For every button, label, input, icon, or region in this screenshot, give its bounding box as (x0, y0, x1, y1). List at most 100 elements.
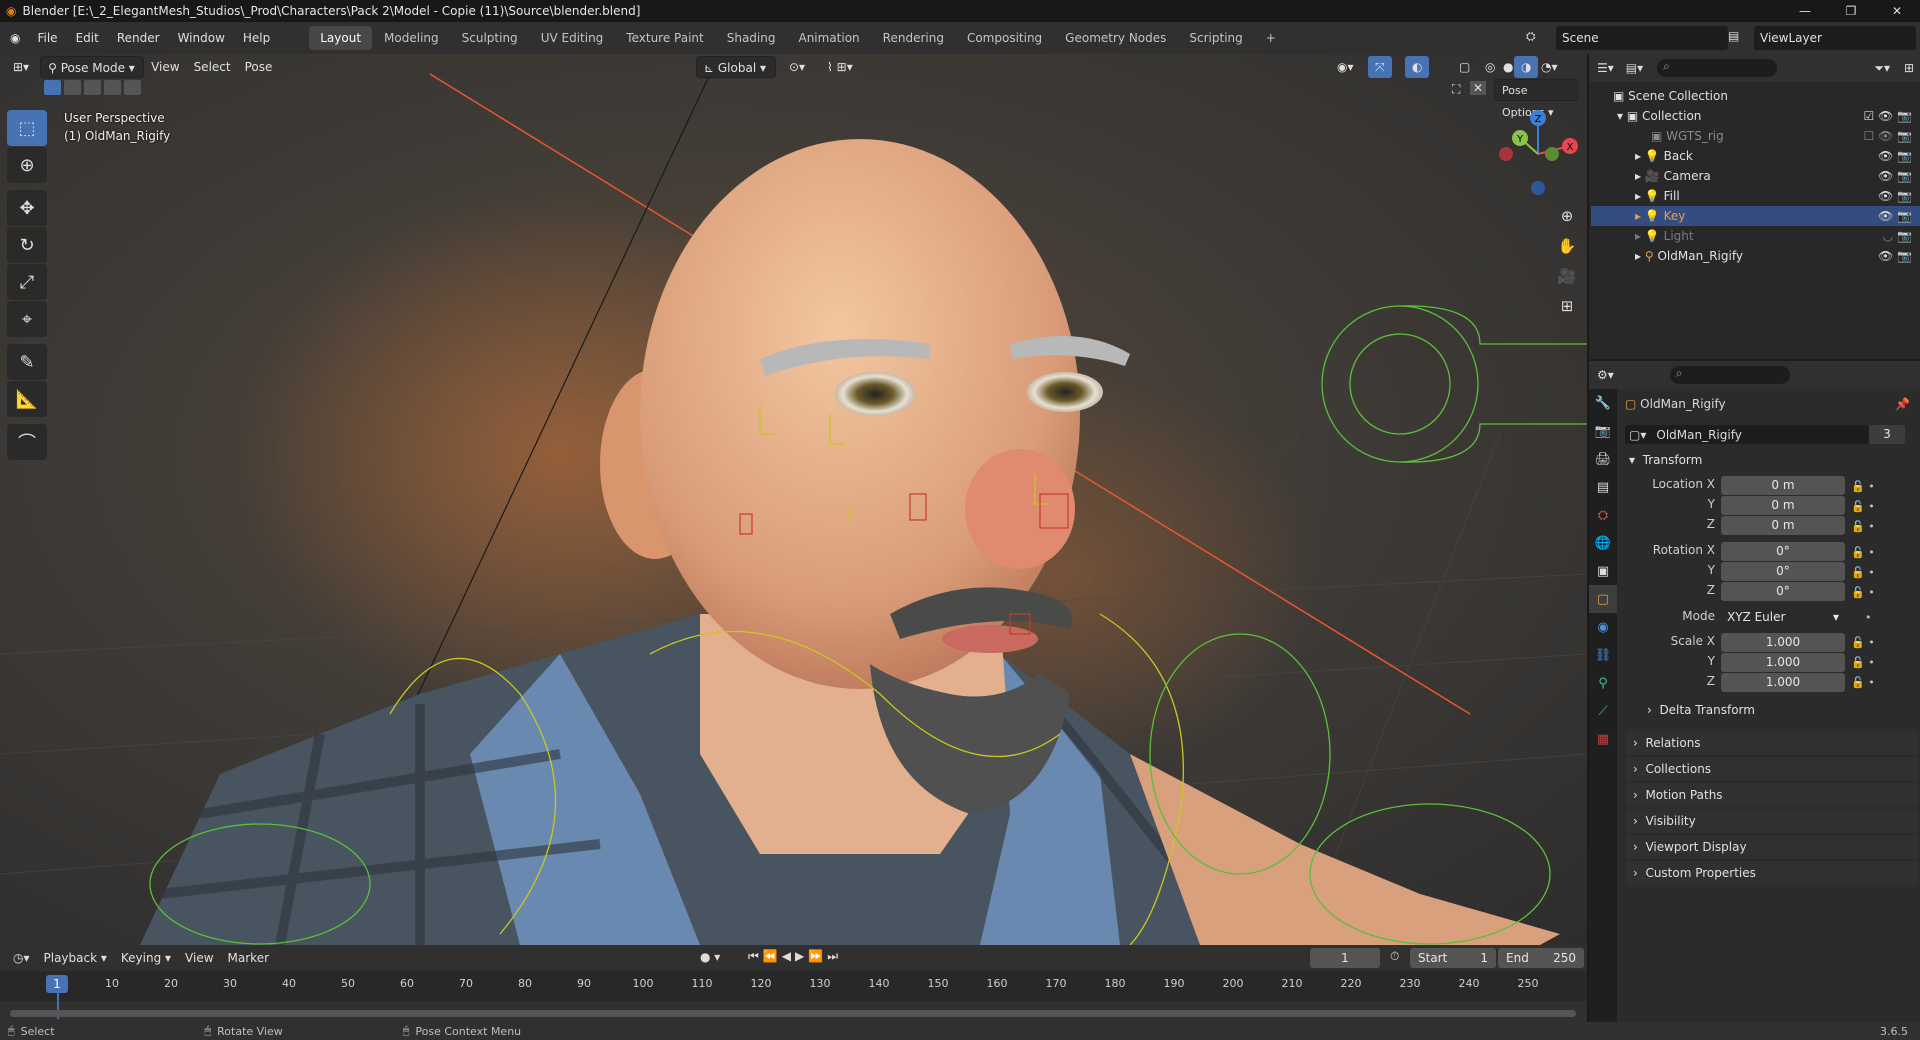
preview-range-icon[interactable]: ⏱ (1390, 949, 1399, 964)
expand-arrow-icon[interactable]: ▸ (1635, 249, 1641, 263)
zoom-icon[interactable]: ⊕ (1553, 202, 1581, 230)
outliner-item-fill[interactable]: ▸ 💡 Fill 👁 📷 (1591, 186, 1920, 206)
lock-icon[interactable]: 🔓 • (1851, 653, 1875, 673)
tab-layout[interactable]: Layout (309, 26, 373, 50)
next-key-icon[interactable]: ⏩ (808, 949, 827, 963)
outliner-item-back[interactable]: ▸ 💡 Back 👁 📷 (1591, 146, 1920, 166)
outliner-item-wgts[interactable]: ▣ WGTS_rig ☐ 👁 📷 (1591, 126, 1920, 146)
outliner-item-oldman-rigify[interactable]: ▸ ⚲ OldMan_Rigify 👁 📷 (1591, 246, 1920, 266)
lock-icon[interactable]: 🔓 • (1851, 497, 1875, 517)
end-frame-field[interactable]: End 250 (1498, 948, 1584, 968)
motion-paths-panel[interactable]: › Motion Paths (1625, 783, 1919, 807)
location-y-field[interactable]: 0 m (1721, 496, 1845, 515)
rotation-mode-select[interactable]: XYZ Euler ▾ (1721, 608, 1845, 627)
3d-viewport[interactable]: ⊞▾ ⚲ Pose Mode ▾ View Select Pose ⊾ Glob… (0, 54, 1587, 945)
perspective-toggle-icon[interactable]: ⊞ (1553, 292, 1581, 320)
rotation-y-field[interactable]: 0° (1721, 562, 1845, 581)
menu-marker[interactable]: Marker (221, 947, 276, 969)
menu-pose[interactable]: Pose (238, 56, 280, 78)
menu-file[interactable]: File (28, 31, 66, 45)
menu-select[interactable]: Select (187, 56, 238, 78)
properties-search-input[interactable]: ⌕ (1669, 366, 1790, 384)
lock-icon[interactable]: 🔓 • (1851, 633, 1875, 653)
select-extend-icon[interactable] (64, 80, 81, 95)
select-invert-icon[interactable] (104, 80, 121, 95)
navigation-gizmo[interactable]: Z X Y (1490, 106, 1586, 202)
menu-playback[interactable]: Playback ▾ (37, 947, 114, 969)
select-subtract-icon[interactable] (84, 80, 101, 95)
datablock-selector[interactable]: ▢▾ OldMan_Rigify (1625, 425, 1869, 444)
visibility-eye-icon[interactable]: 👁 📷 (1878, 149, 1912, 163)
relations-panel[interactable]: › Relations (1625, 731, 1919, 755)
visibility-eye-icon[interactable]: 👁 📷 (1878, 169, 1912, 183)
texture-tab-icon[interactable]: ▦ (1589, 725, 1617, 753)
menu-view[interactable]: View (144, 56, 186, 78)
rotation-z-field[interactable]: 0° (1721, 582, 1845, 601)
tab-compositing[interactable]: Compositing (956, 26, 1053, 50)
tab-scripting[interactable]: Scripting (1178, 26, 1253, 50)
properties-editor-icon[interactable]: ⚙▾ (1597, 368, 1614, 382)
expand-arrow-icon[interactable]: ▸ (1635, 149, 1641, 163)
transform-tool-icon[interactable]: ⌖ (7, 301, 47, 337)
lock-icon[interactable]: 🔓 • (1851, 673, 1875, 693)
move-tool-icon[interactable]: ✥ (7, 190, 47, 226)
location-z-field[interactable]: 0 m (1721, 516, 1845, 535)
playhead[interactable]: 1 (46, 975, 68, 993)
visibility-eye-icon[interactable]: ◡ 📷 (1883, 229, 1912, 243)
xray-icon[interactable]: ▢ (1452, 56, 1477, 78)
tab-shading[interactable]: Shading (716, 26, 787, 50)
keyframe-dot-icon[interactable]: • (1851, 608, 1875, 628)
lock-icon[interactable]: 🔓 • (1851, 517, 1875, 537)
timeline-ruler[interactable]: 1 10 20 30 40 50 60 70 80 90 100 110 120 130 140 150 16… (0, 971, 1587, 1019)
rotate-tool-icon[interactable]: ↻ (7, 227, 47, 263)
snap-icon[interactable]: ⌇ ⊞▾ (820, 56, 860, 78)
scale-x-field[interactable]: 1.000 (1721, 633, 1845, 652)
menu-window[interactable]: Window (169, 31, 234, 45)
render-tab-icon[interactable]: 📷 (1589, 417, 1617, 445)
tab-texture-paint[interactable]: Texture Paint (615, 26, 714, 50)
tool-tab-icon[interactable]: 🔧 (1589, 389, 1617, 417)
users-count[interactable]: 3 (1869, 425, 1905, 444)
expand-arrow-icon[interactable]: ▸ (1635, 169, 1641, 183)
tab-modeling[interactable]: Modeling (373, 26, 450, 50)
outliner-item-key[interactable]: ▸ 💡 Key 👁 📷 (1591, 206, 1920, 226)
visibility-eye-icon[interactable]: 👁 📷 (1878, 209, 1912, 223)
timeline-editor-type-icon[interactable]: ◷▾ (6, 947, 37, 969)
transform-panel-header[interactable]: ▾ Transform (1629, 453, 1702, 467)
prev-key-icon[interactable]: ⏪ (763, 949, 782, 963)
bone-tab-icon[interactable]: ⟋ (1589, 697, 1617, 725)
menu-help[interactable]: Help (234, 31, 279, 45)
constraints-tab-icon[interactable]: ⛓ (1589, 641, 1617, 669)
overlay-toggle-icon[interactable]: ◐ (1405, 56, 1430, 78)
outliner-editor-icon[interactable]: ☰▾ (1597, 61, 1614, 75)
outliner-search-input[interactable]: ⌕ (1657, 59, 1778, 77)
expand-arrow-icon[interactable]: ▸ (1635, 189, 1641, 203)
play-icon[interactable]: ▶ (795, 949, 808, 963)
select-new-icon[interactable] (44, 80, 61, 95)
output-tab-icon[interactable]: 🖨 (1589, 445, 1617, 473)
lock-icon[interactable]: 🔓 • (1851, 477, 1875, 497)
transform-affect-icon[interactable]: ⛶ (1452, 82, 1460, 97)
new-collection-icon[interactable]: ⊞ (1904, 61, 1914, 75)
scale-z-field[interactable]: 1.000 (1721, 673, 1845, 692)
start-frame-field[interactable]: Start 1 (1410, 948, 1496, 968)
add-workspace-icon[interactable]: + (1255, 26, 1287, 50)
visibility-eye-icon[interactable]: 👁 📷 (1878, 189, 1912, 203)
scene-tab-icon[interactable]: ⛭ (1589, 501, 1617, 529)
pan-hand-icon[interactable]: ✋ (1553, 232, 1581, 260)
pose-options-button[interactable]: Pose Options ▾ (1494, 79, 1578, 119)
editor-type-icon[interactable]: ⊞▾ (6, 56, 36, 78)
tab-uv-editing[interactable]: UV Editing (530, 26, 615, 50)
viewlayer-selector[interactable]: ViewLayer (1754, 26, 1916, 50)
tab-animation[interactable]: Animation (787, 26, 870, 50)
expand-arrow-icon[interactable]: ▸ (1635, 209, 1641, 223)
world-tab-icon[interactable]: 🌐 (1589, 529, 1617, 557)
shading-rendered-icon[interactable]: ◔▾ (1534, 56, 1565, 78)
tab-rendering[interactable]: Rendering (872, 26, 955, 50)
object-tab-icon[interactable]: ▢ (1589, 585, 1617, 613)
delta-transform-header[interactable]: › Delta Transform (1647, 703, 1755, 717)
outliner-item-camera[interactable]: ▸ 🎥 Camera 👁 📷 (1591, 166, 1920, 186)
custom-properties-panel[interactable]: › Custom Properties (1625, 861, 1919, 885)
relax-pose-tool-icon[interactable]: ⌒ (7, 424, 47, 460)
collection-tab-icon[interactable]: ▣ (1589, 557, 1617, 585)
